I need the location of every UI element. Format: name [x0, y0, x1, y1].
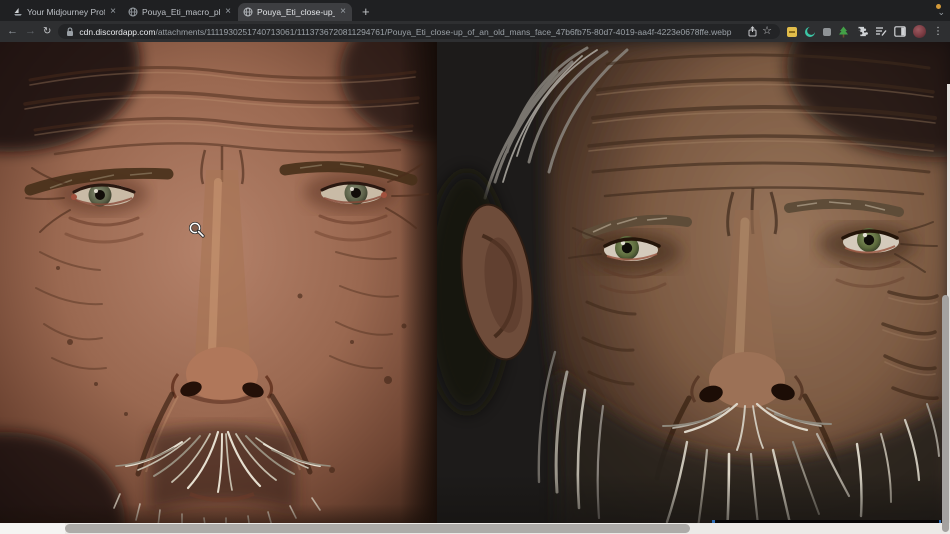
- midjourney-sailboat-icon: [14, 8, 22, 16]
- extensions-area: ⋮: [787, 25, 943, 38]
- tab-close-icon[interactable]: ×: [339, 7, 347, 17]
- address-bar[interactable]: cdn.discordapp.com/attachments/111193025…: [58, 24, 780, 39]
- tab-title: Your Midjourney Profile: [27, 7, 105, 17]
- notes-extension-icon[interactable]: [875, 26, 887, 37]
- tab-close-icon[interactable]: ×: [224, 7, 232, 17]
- tab-title: Pouya_Eti_close-up_of_an_ol: [257, 7, 335, 17]
- globe-icon: [128, 7, 138, 17]
- browser-toolbar: ← → ↻ cdn.discordapp.com/attachments/111…: [0, 21, 950, 42]
- bookmark-star-icon[interactable]: ☆: [762, 26, 772, 37]
- horizontal-scrollbar-thumb[interactable]: [65, 524, 690, 533]
- side-panel-icon[interactable]: [894, 26, 906, 37]
- horizontal-scrollbar[interactable]: [0, 523, 950, 534]
- browser-window: Your Midjourney Profile × Pouya_Eti_macr…: [0, 0, 950, 534]
- tab-close-up-photo-active[interactable]: Pouya_Eti_close-up_of_an_ol ×: [238, 3, 352, 21]
- new-tab-button[interactable]: +: [362, 5, 370, 18]
- tree-extension-icon[interactable]: [838, 26, 849, 38]
- chevron-down-icon[interactable]: ⌄: [937, 8, 945, 17]
- back-button[interactable]: ←: [7, 26, 18, 37]
- gray-extension-icon[interactable]: [823, 27, 831, 36]
- yellow-extension-icon[interactable]: [787, 26, 797, 37]
- forward-button[interactable]: →: [25, 26, 36, 37]
- url-path: /attachments/1111930251740713061/1113736…: [155, 26, 732, 37]
- menu-kebab-icon[interactable]: ⋮: [933, 26, 943, 37]
- vertical-scrollbar-thumb[interactable]: [942, 295, 949, 532]
- crescent-extension-icon[interactable]: [804, 26, 816, 38]
- url-text[interactable]: cdn.discordapp.com/attachments/111193025…: [79, 27, 743, 37]
- extensions-puzzle-icon[interactable]: [856, 26, 868, 38]
- tab-title: Pouya_Eti_macro_photo_of_a: [142, 7, 220, 17]
- reload-button[interactable]: ↻: [43, 26, 51, 37]
- tab-macro-photo[interactable]: Pouya_Eti_macro_photo_of_a ×: [123, 3, 237, 21]
- share-icon[interactable]: [748, 26, 757, 37]
- right-photo-bearded-man-closeup[interactable]: [437, 42, 950, 534]
- page-content: Cg 学堂 Artists for you CGaep.Com: [0, 42, 950, 534]
- globe-icon: [243, 7, 253, 17]
- scrollbar-corner: [0, 523, 65, 534]
- url-domain: cdn.discordapp.com: [79, 26, 156, 37]
- tab-strip: Your Midjourney Profile × Pouya_Eti_macr…: [0, 0, 950, 21]
- tab-close-icon[interactable]: ×: [109, 7, 117, 17]
- left-photo-old-man-closeup[interactable]: [0, 42, 437, 534]
- padlock-icon[interactable]: [66, 26, 74, 37]
- profile-avatar[interactable]: [913, 25, 926, 38]
- tab-midjourney-profile[interactable]: Your Midjourney Profile ×: [8, 3, 122, 21]
